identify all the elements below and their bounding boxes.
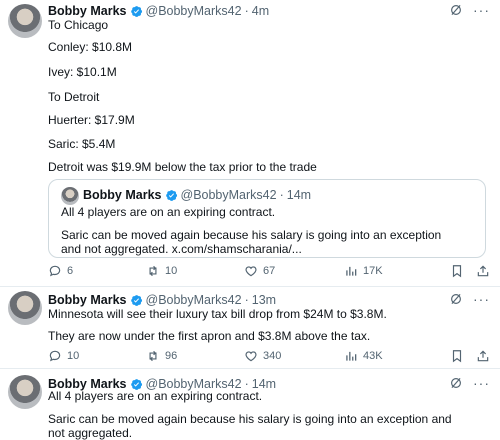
views-count: 43K: [363, 350, 383, 362]
avatar[interactable]: [8, 4, 42, 38]
separator-dot: ·: [244, 4, 249, 18]
bookmark-icon[interactable]: [450, 264, 464, 278]
tweet-text-line: They are now under the first apron and $…: [48, 329, 371, 343]
grok-icon[interactable]: [449, 292, 463, 306]
quote-author-handle: @BobbyMarks42: [180, 188, 277, 202]
tweet-text-line: All 4 players are on an expiring contrac…: [48, 389, 263, 403]
tweet-card[interactable]: Bobby Marks @BobbyMarks42 · 14m ··· All …: [0, 368, 500, 440]
quote-text-line: Saric can be moved again because his sal…: [61, 228, 442, 242]
verified-badge-icon: [130, 294, 143, 307]
reply-button[interactable]: 10: [48, 349, 79, 363]
like-icon: [244, 349, 258, 363]
share-icon[interactable]: [476, 349, 490, 363]
tweet-card[interactable]: Bobby Marks @BobbyMarks42 · 4m ··· To Ch…: [0, 0, 500, 286]
share-icon[interactable]: [476, 264, 490, 278]
grok-icon[interactable]: [449, 3, 463, 17]
reply-icon: [48, 349, 62, 363]
author-name[interactable]: Bobby Marks: [48, 293, 127, 307]
repost-icon: [146, 264, 160, 278]
repost-button[interactable]: 10: [146, 264, 177, 278]
action-bar: 10 96 340 43K: [48, 349, 490, 365]
avatar[interactable]: [8, 375, 42, 409]
like-button[interactable]: 340: [244, 349, 281, 363]
verified-badge-icon: [130, 5, 143, 18]
tweet-text-line: Conley: $10.8M: [48, 40, 133, 54]
reply-count: 10: [67, 350, 80, 362]
author-name[interactable]: Bobby Marks: [48, 4, 127, 18]
bookmark-icon[interactable]: [450, 349, 464, 363]
views-icon: [344, 264, 358, 278]
action-bar: 6 10 67 17K: [48, 264, 490, 280]
verified-badge-icon: [165, 189, 178, 202]
tweet-text-line: Saric: $5.4M: [48, 137, 116, 151]
quote-timestamp: 14m: [286, 188, 312, 202]
views-count: 17K: [363, 265, 383, 277]
quoted-tweet[interactable]: Bobby Marks @BobbyMarks42 · 14m All 4 pl…: [48, 179, 486, 258]
quote-header: Bobby Marks @BobbyMarks42 · 14m: [83, 188, 311, 202]
like-count: 67: [263, 265, 276, 277]
separator-dot: ·: [279, 188, 284, 202]
quote-avatar: [61, 187, 79, 205]
reply-icon: [48, 264, 62, 278]
author-handle[interactable]: @BobbyMarks42: [146, 4, 242, 18]
reply-button[interactable]: 6: [48, 264, 73, 278]
tweet-text-line: Detroit was $19.9M below the tax prior t…: [48, 160, 317, 174]
tweet-text-line: Ivey: $10.1M: [48, 65, 117, 79]
like-count: 340: [263, 350, 282, 362]
views-button[interactable]: 17K: [344, 264, 383, 278]
author-handle[interactable]: @BobbyMarks42: [146, 293, 242, 307]
avatar[interactable]: [8, 291, 42, 325]
timestamp[interactable]: 13m: [252, 293, 276, 307]
repost-icon: [146, 349, 160, 363]
tweet-text-line: Huerter: $17.9M: [48, 113, 135, 127]
quote-author-name: Bobby Marks: [83, 188, 162, 202]
grok-icon[interactable]: [449, 376, 463, 390]
tweet-text-line: To Chicago: [48, 18, 109, 32]
more-options-icon[interactable]: ···: [473, 376, 490, 390]
tweet-text-line: To Detroit: [48, 90, 100, 104]
repost-count: 10: [165, 265, 178, 277]
repost-button[interactable]: 96: [146, 349, 177, 363]
tweet-text-line: Minnesota will see their luxury tax bill…: [48, 307, 387, 321]
tweet-card[interactable]: Bobby Marks @BobbyMarks42 · 13m ··· Minn…: [0, 286, 500, 368]
tweet-text-line: Saric can be moved again because his sal…: [48, 412, 452, 426]
quote-text-line[interactable]: and not aggregated. x.com/shamscharania/…: [61, 242, 302, 256]
tweet-header: Bobby Marks @BobbyMarks42 · 13m ···: [48, 292, 490, 308]
more-options-icon[interactable]: ···: [473, 3, 490, 17]
quote-text-line: All 4 players are on an expiring contrac…: [61, 205, 276, 219]
views-icon: [344, 349, 358, 363]
tweet-header: Bobby Marks @BobbyMarks42 · 4m ···: [48, 3, 490, 19]
reply-count: 6: [67, 265, 74, 277]
repost-count: 96: [165, 350, 178, 362]
tweet-text-line: not aggregated.: [48, 426, 133, 440]
views-button[interactable]: 43K: [344, 349, 383, 363]
like-button[interactable]: 67: [244, 264, 275, 278]
like-icon: [244, 264, 258, 278]
separator-dot: ·: [244, 293, 249, 307]
timestamp[interactable]: 4m: [252, 4, 269, 18]
more-options-icon[interactable]: ···: [473, 292, 490, 306]
